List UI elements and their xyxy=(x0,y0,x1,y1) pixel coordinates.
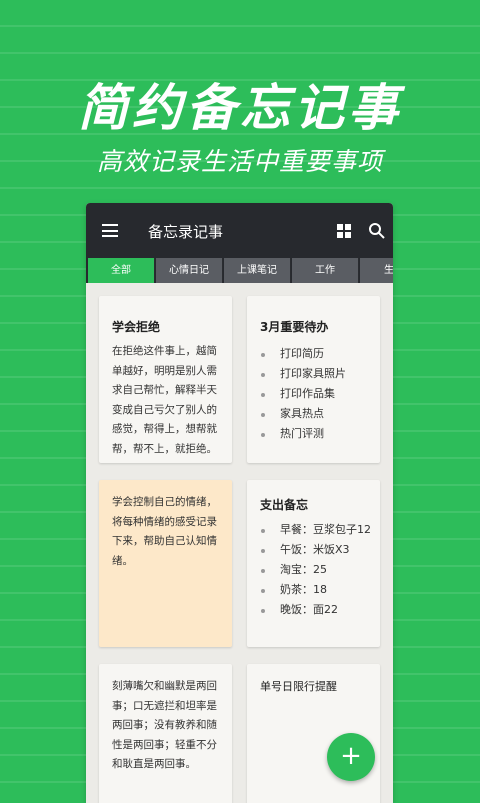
app-bar: 备忘录记事 xyxy=(86,203,393,258)
note-title: 学会拒绝 xyxy=(112,320,161,334)
menu-icon[interactable] xyxy=(102,224,118,237)
promo-title: 简约备忘记事 xyxy=(78,79,402,137)
todo-list: 打印简历 打印家具照片 打印作品集 家具热点 热门评测 xyxy=(261,344,346,444)
note-card[interactable]: 刻薄嘴欠和幽默是两回事；口无遮拦和坦率是两回事；没有教养和随性是两回事；轻重不分… xyxy=(99,664,232,803)
note-card[interactable]: 学会拒绝 在拒绝这件事上，越简单越好，明明是别人需求自己帮忙，解释半天变成自己亏… xyxy=(99,296,232,463)
app-screen: 备忘录记事 全部 心情日记 上课笔记 工作 生 学会拒绝 在拒绝这件事上，越简单… xyxy=(86,203,393,803)
list-item: 奶茶：18 xyxy=(261,580,371,600)
tab-mood-diary[interactable]: 心情日记 xyxy=(156,258,223,283)
tab-class-notes[interactable]: 上课笔记 xyxy=(224,258,291,283)
note-card[interactable]: 学会控制自己的情绪，将每种情绪的感受记录下来，帮助自己认知情绪。 xyxy=(99,480,232,647)
add-note-button[interactable]: + xyxy=(327,733,375,781)
tab-all[interactable]: 全部 xyxy=(88,258,155,283)
note-body: 在拒绝这件事上，越简单越好，明明是别人需求自己帮忙，解释半天变成自己亏欠了别人的… xyxy=(112,345,217,455)
expense-list: 早餐：豆浆包子12 午饭：米饭X3 淘宝：25 奶茶：18 晚饭：面22 xyxy=(261,520,371,620)
search-icon[interactable] xyxy=(368,222,386,240)
note-title: 3月重要待办 xyxy=(260,320,329,334)
list-item: 晚饭：面22 xyxy=(261,600,371,620)
list-item: 家具热点 xyxy=(261,404,346,424)
list-item: 热门评测 xyxy=(261,424,346,444)
note-title: 单号日限行提醒 xyxy=(260,680,337,693)
note-card[interactable]: 单号日限行提醒 xyxy=(247,664,380,803)
list-item: 打印简历 xyxy=(261,344,346,364)
note-card[interactable]: 支出备忘 早餐：豆浆包子12 午饭：米饭X3 淘宝：25 奶茶：18 晚饭：面2… xyxy=(247,480,380,647)
note-card[interactable]: 3月重要待办 打印简历 打印家具照片 打印作品集 家具热点 热门评测 xyxy=(247,296,380,463)
note-body: 刻薄嘴欠和幽默是两回事；口无遮拦和坦率是两回事；没有教养和随性是两回事；轻重不分… xyxy=(112,680,217,770)
list-item: 午饭：米饭X3 xyxy=(261,540,371,560)
list-item: 早餐：豆浆包子12 xyxy=(261,520,371,540)
tab-work[interactable]: 工作 xyxy=(292,258,359,283)
category-tabs: 全部 心情日记 上课笔记 工作 生 xyxy=(86,258,393,283)
note-body: 学会控制自己的情绪，将每种情绪的感受记录下来，帮助自己认知情绪。 xyxy=(112,496,217,567)
promo-subtitle: 高效记录生活中重要事项 xyxy=(96,147,383,176)
list-item: 淘宝：25 xyxy=(261,560,371,580)
grid-view-icon[interactable] xyxy=(337,224,351,238)
app-title: 备忘录记事 xyxy=(148,223,224,241)
list-item: 打印家具照片 xyxy=(261,364,346,384)
note-title: 支出备忘 xyxy=(260,498,309,512)
list-item: 打印作品集 xyxy=(261,384,346,404)
tab-more[interactable]: 生 xyxy=(360,258,393,283)
